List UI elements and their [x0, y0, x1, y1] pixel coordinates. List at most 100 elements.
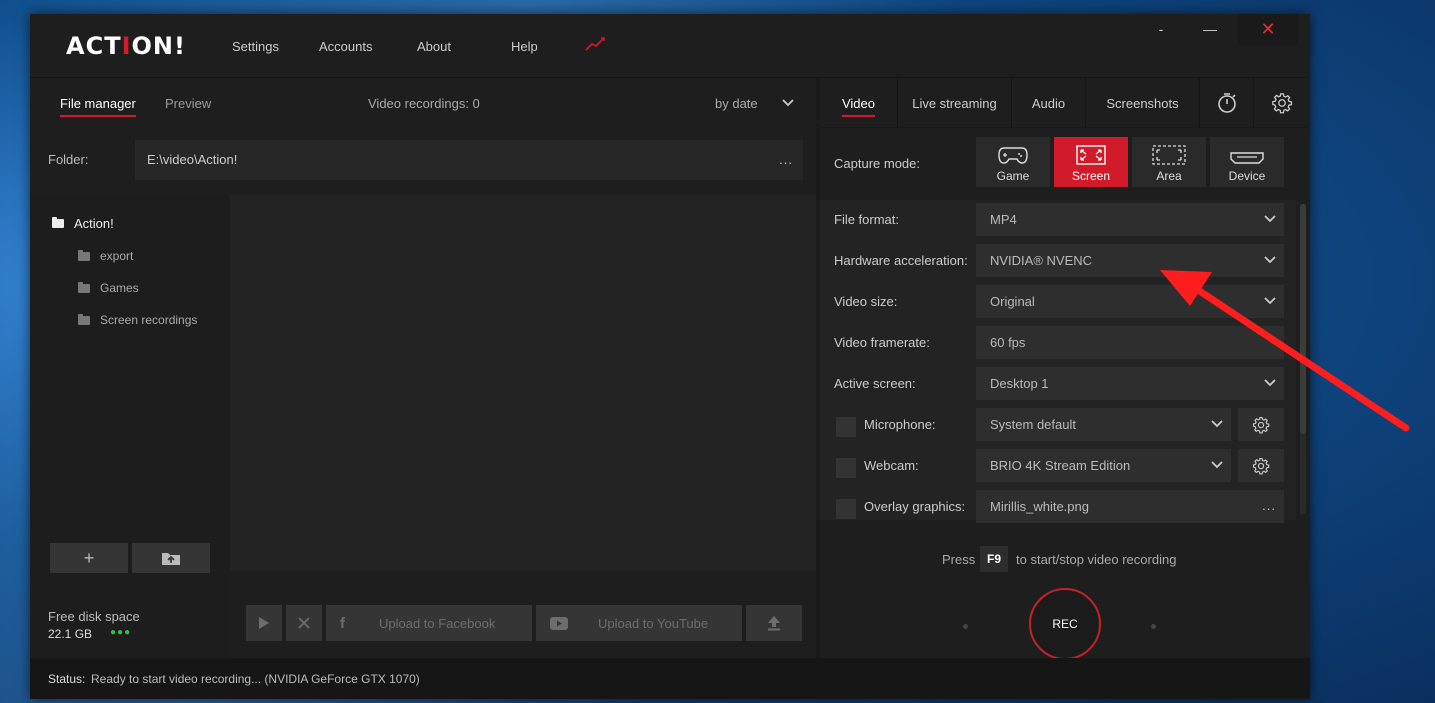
folder-tree: Action! export Games Screen recordings [30, 194, 230, 658]
indicator-dot [1151, 624, 1156, 629]
tab-screenshots[interactable]: Screenshots [1086, 78, 1200, 128]
title-bar: ACTION! Settings Accounts About Help - —… [30, 14, 1310, 78]
overlay-graphics-value: Mirillis_white.png [990, 499, 1089, 514]
fullscreen-icon [1076, 145, 1106, 165]
file-format-select[interactable]: MP4 [976, 203, 1284, 236]
tree-item-action[interactable]: Action! [52, 216, 114, 231]
stopwatch-icon [1217, 93, 1236, 113]
menu-settings[interactable]: Settings [232, 39, 279, 54]
active-screen-row: Active screen: Desktop 1 [820, 364, 1296, 405]
overlay-graphics-row: Overlay graphics: Mirillis_white.png ... [820, 487, 1296, 528]
tab-preview[interactable]: Preview [165, 96, 211, 111]
hardware-acceleration-select[interactable]: NVIDIA® NVENC [976, 244, 1284, 277]
indicator-dot [963, 624, 968, 629]
folder-path: E:\video\Action! [147, 152, 238, 167]
capture-mode-screen[interactable]: Screen [1054, 137, 1128, 187]
pen-icon[interactable] [584, 36, 606, 55]
recordings-count: Video recordings: 0 [368, 96, 480, 111]
hardware-acceleration-value: NVIDIA® NVENC [990, 253, 1093, 268]
chevron-down-icon [1211, 458, 1223, 473]
webcam-value: BRIO 4K Stream Edition [990, 458, 1131, 473]
delete-button[interactable] [286, 605, 322, 641]
folder-icon [78, 249, 90, 261]
hardware-acceleration-row: Hardware acceleration: NVIDIA® NVENC [820, 241, 1296, 282]
maximize-button[interactable]: — [1198, 14, 1222, 44]
play-button[interactable] [246, 605, 282, 641]
file-format-label: File format: [834, 212, 900, 227]
youtube-icon [550, 616, 568, 630]
tree-item-screen-recordings[interactable]: Screen recordings [78, 313, 197, 327]
close-icon [298, 617, 310, 629]
webcam-checkbox[interactable] [836, 458, 856, 478]
upload-button[interactable] [746, 605, 802, 641]
tree-item-games[interactable]: Games [78, 281, 139, 295]
microphone-value: System default [990, 417, 1076, 432]
webcam-settings-button[interactable] [1238, 449, 1284, 482]
hardware-acceleration-label: Hardware acceleration: [834, 253, 968, 268]
folder-upload-button[interactable] [132, 543, 210, 573]
webcam-row: Webcam: BRIO 4K Stream Edition [820, 446, 1296, 487]
hotkey-badge: F9 [980, 546, 1008, 572]
timer-tab[interactable] [1200, 78, 1254, 128]
recordings-list[interactable] [230, 194, 816, 570]
tab-audio[interactable]: Audio [1012, 78, 1086, 128]
disk-space-label: Free disk space [48, 609, 140, 624]
settings-scrollbar[interactable] [1300, 204, 1306, 514]
tree-item-label: Games [100, 281, 139, 295]
menu-accounts[interactable]: Accounts [319, 39, 372, 54]
upload-facebook-button[interactable]: f Upload to Facebook [326, 605, 532, 641]
webcam-select[interactable]: BRIO 4K Stream Edition [976, 449, 1231, 482]
active-screen-select[interactable]: Desktop 1 [976, 367, 1284, 400]
menu-help[interactable]: Help [511, 39, 538, 54]
add-folder-button[interactable]: + [50, 543, 128, 573]
webcam-label: Webcam: [864, 458, 919, 473]
facebook-icon: f [340, 614, 345, 632]
hdmi-device-icon [1230, 152, 1264, 164]
video-size-select[interactable]: Original [976, 285, 1284, 318]
recording-toolbar: f Upload to Facebook Upload to YouTube [230, 570, 816, 658]
tree-item-label: Screen recordings [100, 313, 198, 327]
status-text: Ready to start video recording... (NVIDI… [91, 672, 420, 686]
file-format-row: File format: MP4 [820, 200, 1296, 241]
overlay-graphics-field[interactable]: Mirillis_white.png ... [976, 490, 1284, 523]
tab-video[interactable]: Video [820, 78, 898, 128]
tree-item-label: export [100, 249, 134, 263]
video-settings-list: File format: MP4 Hardware acceleration: … [820, 200, 1296, 523]
area-select-icon [1152, 145, 1186, 165]
menu-about[interactable]: About [417, 39, 451, 54]
minimize-button[interactable]: - [1154, 14, 1168, 44]
scrollbar-thumb[interactable] [1300, 204, 1306, 434]
capture-mode-label-game: Game [996, 169, 1030, 183]
video-size-label: Video size: [834, 294, 898, 309]
sort-select[interactable]: by date [715, 96, 758, 111]
folder-label: Folder: [48, 152, 89, 167]
chevron-down-icon [1264, 212, 1276, 227]
video-framerate-field[interactable]: 60 fps [976, 326, 1284, 359]
upload-youtube-button[interactable]: Upload to YouTube [536, 605, 742, 641]
browse-folder-button[interactable]: ... [779, 152, 793, 167]
active-screen-label: Active screen: [834, 376, 916, 391]
capture-mode-label-area: Area [1156, 169, 1182, 183]
overlay-graphics-label: Overlay graphics: [864, 499, 966, 514]
microphone-checkbox[interactable] [836, 417, 856, 437]
close-button[interactable]: ✕ [1238, 14, 1298, 45]
folder-row: Folder: E:\video\Action! ... [30, 134, 816, 184]
capture-mode-device[interactable]: Device [1210, 137, 1284, 187]
overlay-graphics-checkbox[interactable] [836, 499, 856, 519]
tree-item-export[interactable]: export [78, 249, 133, 263]
record-button[interactable]: REC [1029, 588, 1101, 660]
microphone-select[interactable]: System default [976, 408, 1231, 441]
gear-icon [1252, 457, 1270, 475]
microphone-settings-button[interactable] [1238, 408, 1284, 441]
microphone-label: Microphone: [864, 417, 936, 432]
tab-file-manager[interactable]: File manager [60, 96, 136, 117]
settings-tab[interactable] [1254, 78, 1310, 128]
capture-mode-area[interactable]: Area [1132, 137, 1206, 187]
browse-overlay-button[interactable]: ... [1262, 498, 1276, 513]
folder-path-field[interactable]: E:\video\Action! ... [135, 140, 803, 180]
chevron-down-icon[interactable] [782, 96, 794, 111]
folder-icon [52, 217, 64, 228]
video-size-row: Video size: Original [820, 282, 1296, 323]
capture-mode-game[interactable]: Game [976, 137, 1050, 187]
tab-live-streaming[interactable]: Live streaming [898, 78, 1012, 128]
